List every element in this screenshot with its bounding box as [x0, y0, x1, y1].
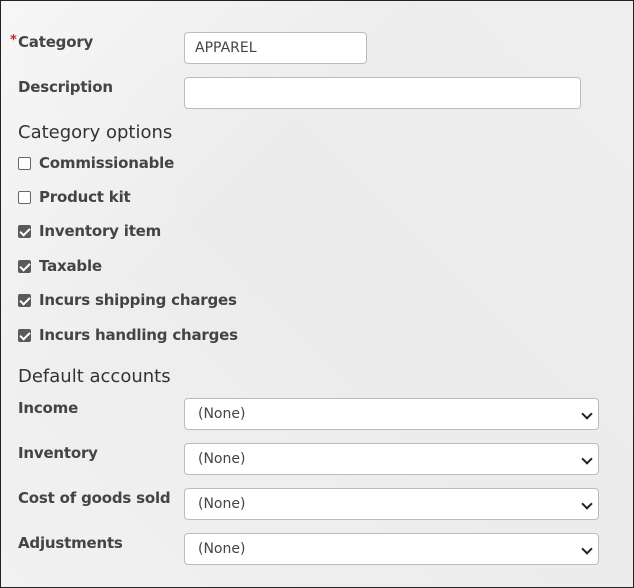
required-marker: *: [10, 33, 17, 48]
checkbox-row-commissionable[interactable]: Commissionable: [18, 153, 174, 173]
incurs-handling-checkbox[interactable]: [18, 328, 31, 342]
chevron-down-icon: [581, 543, 593, 555]
taxable-label[interactable]: Taxable: [39, 257, 102, 275]
commissionable-checkbox[interactable]: [18, 156, 31, 170]
checkbox-row-taxable[interactable]: Taxable: [18, 256, 102, 276]
inventory-select[interactable]: (None): [184, 443, 599, 475]
category-label: * Category: [10, 33, 94, 51]
default-accounts-heading: Default accounts: [18, 366, 171, 387]
description-input[interactable]: [184, 77, 581, 109]
taxable-checkbox[interactable]: [18, 259, 31, 273]
commissionable-label[interactable]: Commissionable: [39, 154, 174, 172]
product-kit-label[interactable]: Product kit: [39, 188, 131, 206]
inventory-label: Inventory: [18, 444, 98, 462]
adjustments-label: Adjustments: [18, 534, 123, 552]
incurs-shipping-label[interactable]: Incurs shipping charges: [39, 291, 237, 309]
incurs-shipping-checkbox[interactable]: [18, 293, 31, 307]
category-label-text: Category: [18, 33, 94, 51]
income-label: Income: [18, 399, 79, 417]
chevron-down-icon: [581, 498, 593, 510]
inventory-select-value: (None): [198, 451, 246, 467]
category-options-heading: Category options: [18, 122, 173, 143]
cogs-select-value: (None): [198, 496, 246, 512]
product-kit-checkbox[interactable]: [18, 190, 31, 204]
income-select-value: (None): [198, 406, 246, 422]
income-select[interactable]: (None): [184, 398, 599, 430]
checkbox-row-product-kit[interactable]: Product kit: [18, 187, 131, 207]
checkbox-row-incurs-shipping[interactable]: Incurs shipping charges: [18, 290, 237, 310]
form-panel: * Category APPAREL Description Category …: [0, 0, 634, 588]
category-input[interactable]: APPAREL: [184, 32, 367, 64]
adjustments-select-value: (None): [198, 541, 246, 557]
cogs-select[interactable]: (None): [184, 488, 599, 520]
cogs-label: Cost of goods sold: [18, 489, 171, 507]
checkbox-row-incurs-handling[interactable]: Incurs handling charges: [18, 325, 238, 345]
inventory-item-checkbox[interactable]: [18, 224, 31, 238]
chevron-down-icon: [581, 408, 593, 420]
incurs-handling-label[interactable]: Incurs handling charges: [39, 326, 238, 344]
inventory-item-label[interactable]: Inventory item: [39, 222, 161, 240]
chevron-down-icon: [581, 453, 593, 465]
description-label: Description: [18, 78, 113, 96]
adjustments-select[interactable]: (None): [184, 533, 599, 565]
checkbox-row-inventory-item[interactable]: Inventory item: [18, 221, 161, 241]
